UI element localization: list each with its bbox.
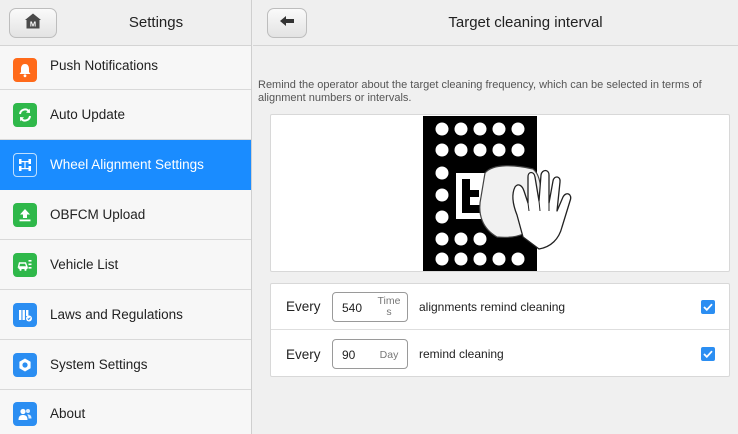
sidebar-item-label: Push Notifications [50,58,159,73]
sidebar-item-auto-update[interactable]: Auto Update [0,90,251,140]
sidebar-item-laws-and-regulations[interactable]: Laws and Regulations [0,290,251,340]
sidebar-title: Settings [128,14,184,31]
about-people-icon [13,401,37,426]
home-icon: M [23,12,43,35]
day-count-input[interactable]: 90 Day [332,339,408,369]
option-description: remind cleaning [419,347,504,361]
vehicle-list-icon [13,252,37,277]
back-button[interactable] [267,8,307,38]
laws-regulations-icon [13,302,37,327]
check-icon [703,303,713,311]
sidebar-item-push-notifications[interactable]: Push Notifications [0,46,251,90]
sidebar-item-wheel-alignment-settings[interactable]: Wheel Alignment Settings [0,140,251,190]
alignment-icon [13,152,37,177]
sidebar-item-label: Wheel Alignment Settings [50,157,204,172]
main-header: Target cleaning interval [253,0,738,46]
main-panel: Target cleaning interval Remind the oper… [253,0,738,434]
sidebar-item-label: Laws and Regulations [50,307,183,322]
every-label: Every [286,346,321,362]
unit-label: Day [379,349,399,361]
sidebar-item-label: About [50,406,86,421]
notification-bell-icon [13,58,37,82]
every-label: Every [286,299,321,314]
page-title: Target cleaning interval [448,14,603,31]
settings-sidebar: M Settings Push Notifications Auto Updat… [0,0,252,434]
svg-text:M: M [30,19,36,28]
description-text: Remind the operator about the target cle… [258,79,702,104]
sidebar-item-vehicle-list[interactable]: Vehicle List [0,240,251,290]
option-description: alignments remind cleaning [419,299,566,314]
target-cleaning-graphic [423,116,572,271]
day-count-value: 90 [342,348,356,362]
check-icon [703,350,713,358]
sidebar-item-label: OBFCM Upload [50,207,146,222]
target-cleaning-illustration [270,114,730,272]
sidebar-item-about[interactable]: About [0,390,251,434]
option-row-alignments: Every 540 Times alignments remind cleani… [271,284,729,330]
sidebar-menu: Push Notifications Auto Update Wheel Ali… [0,46,251,434]
gear-icon [13,352,37,377]
alignment-count-input[interactable]: 540 Times [332,291,408,322]
sidebar-item-label: Vehicle List [50,257,119,272]
unit-label: Times [377,294,401,318]
sidebar-item-label: System Settings [50,357,148,372]
alignment-count-value: 540 [342,300,363,315]
sidebar-item-obfcm-upload[interactable]: OBFCM Upload [0,190,251,240]
update-arrows-icon [13,102,37,127]
sidebar-item-system-settings[interactable]: System Settings [0,340,251,390]
home-button[interactable]: M [9,8,57,38]
alignment-remind-checkbox[interactable] [701,299,715,314]
cleaning-options-panel: Every 540 Times alignments remind cleani… [270,283,730,377]
upload-icon [13,202,37,227]
day-remind-checkbox[interactable] [701,347,715,361]
option-row-days: Every 90 Day remind cleaning [271,331,729,377]
sidebar-header: M Settings [0,0,251,46]
back-arrow-icon [279,14,295,32]
sidebar-item-label: Auto Update [50,107,126,122]
